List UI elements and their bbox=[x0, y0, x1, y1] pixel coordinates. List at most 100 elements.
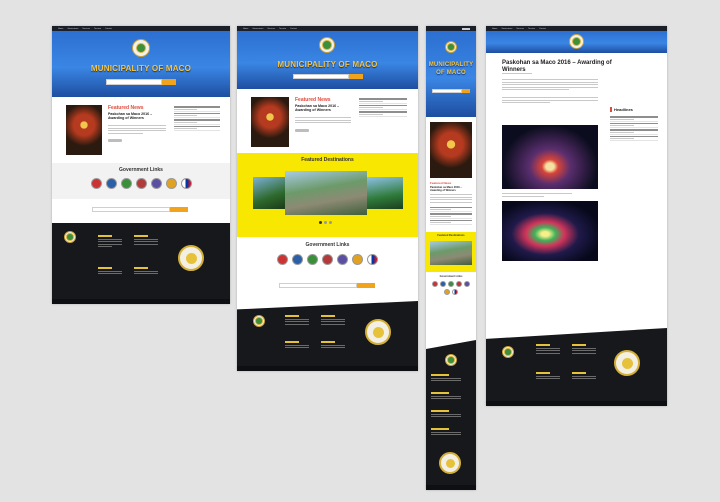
read-more-button[interactable] bbox=[108, 139, 122, 142]
agency-logo-icon[interactable] bbox=[444, 289, 450, 295]
search-input[interactable] bbox=[432, 89, 462, 93]
page-header-banner bbox=[486, 31, 667, 53]
agency-logo-icon[interactable] bbox=[456, 281, 462, 287]
hero-title: MUNICIPALITY OF MACO bbox=[428, 62, 474, 76]
nav-item-services[interactable]: Services bbox=[267, 28, 275, 30]
nav-item-government[interactable]: Government bbox=[252, 28, 263, 30]
government-links-row bbox=[52, 178, 230, 189]
nav-item-tourism[interactable]: Tourism bbox=[528, 28, 535, 30]
nav-item-services[interactable]: Services bbox=[516, 28, 524, 30]
agency-logo-icon[interactable] bbox=[448, 281, 454, 287]
featured-news-image[interactable] bbox=[66, 105, 102, 155]
article-photo-2[interactable] bbox=[502, 201, 598, 261]
featured-news-heading: Featured News bbox=[430, 181, 452, 185]
agency-logo-icon[interactable] bbox=[120, 178, 132, 189]
list-item[interactable] bbox=[174, 125, 220, 131]
search-button[interactable] bbox=[162, 79, 176, 85]
newsletter-row bbox=[237, 277, 418, 301]
agency-logo-icon[interactable] bbox=[307, 254, 318, 265]
headlines-list bbox=[610, 115, 658, 141]
agency-logo-icon[interactable] bbox=[105, 178, 117, 189]
philippine-flag-icon[interactable] bbox=[180, 178, 192, 189]
featured-news-heading: Featured News bbox=[295, 97, 331, 103]
destination-photo-main[interactable] bbox=[285, 171, 367, 215]
destination-photo-main[interactable] bbox=[430, 241, 472, 265]
list-item[interactable] bbox=[610, 135, 658, 141]
featured-article-title[interactable]: Paskohan sa Maco 2016 – Awarding of Winn… bbox=[295, 104, 351, 113]
nav-item-services[interactable]: Services bbox=[82, 28, 90, 30]
agency-logo-icon[interactable] bbox=[135, 178, 147, 189]
footer-column bbox=[321, 315, 345, 326]
read-more-button[interactable] bbox=[295, 129, 309, 132]
agency-logo-icon[interactable] bbox=[150, 178, 162, 189]
newsletter-form[interactable] bbox=[279, 283, 375, 288]
nav-item-contact[interactable]: Contact bbox=[290, 28, 297, 30]
search-input[interactable] bbox=[293, 74, 349, 79]
subscribe-button[interactable] bbox=[170, 207, 188, 212]
agency-logo-icon[interactable] bbox=[277, 254, 288, 265]
nav-item-government[interactable]: Government bbox=[67, 28, 78, 30]
featured-news-image[interactable] bbox=[430, 122, 472, 178]
search-bar[interactable] bbox=[432, 89, 470, 93]
footer-column bbox=[98, 235, 122, 249]
destination-photo-left[interactable] bbox=[253, 177, 285, 209]
newsletter-input[interactable] bbox=[92, 207, 170, 212]
agency-logo-icon[interactable] bbox=[337, 254, 348, 265]
copyright-bar bbox=[486, 401, 667, 406]
government-links-section: Government Links bbox=[426, 272, 476, 312]
featured-destinations-heading: Featured Destinations bbox=[301, 157, 354, 163]
menu-icon[interactable] bbox=[462, 27, 470, 30]
search-bar[interactable] bbox=[106, 79, 176, 85]
agency-logo-icon[interactable] bbox=[292, 254, 303, 265]
featured-destinations-section: Featured Destinations bbox=[237, 153, 418, 237]
article-excerpt bbox=[430, 194, 472, 203]
philippine-flag-icon[interactable] bbox=[452, 289, 458, 295]
newsletter-input[interactable] bbox=[279, 283, 357, 288]
article-page-mockup: Home Government Services Tourism Contact… bbox=[486, 26, 667, 406]
government-links-heading: Government Links bbox=[305, 242, 350, 248]
list-item[interactable] bbox=[359, 110, 407, 117]
nav-item-tourism[interactable]: Tourism bbox=[94, 28, 101, 30]
municipal-seal-icon bbox=[445, 41, 457, 53]
footer-emblem-icon bbox=[614, 350, 640, 376]
list-item[interactable] bbox=[430, 219, 472, 225]
article-photo-1[interactable] bbox=[502, 125, 598, 189]
destination-carousel[interactable] bbox=[253, 171, 403, 215]
featured-article-title[interactable]: Paskohan sa Maco 2016 – Awarding of Winn… bbox=[108, 112, 166, 121]
nav-item-contact[interactable]: Contact bbox=[539, 28, 546, 30]
agency-logo-icon[interactable] bbox=[322, 254, 333, 265]
agency-logo-icon[interactable] bbox=[432, 281, 438, 287]
nav-item-home[interactable]: Home bbox=[58, 28, 63, 30]
nav-item-home[interactable]: Home bbox=[243, 28, 248, 30]
footer-column bbox=[134, 235, 158, 246]
agency-logo-icon[interactable] bbox=[352, 254, 363, 265]
nav-item-tourism[interactable]: Tourism bbox=[279, 28, 286, 30]
search-input[interactable] bbox=[106, 79, 162, 85]
agency-logo-icon[interactable] bbox=[464, 281, 470, 287]
nav-item-contact[interactable]: Contact bbox=[105, 28, 112, 30]
nav-item-home[interactable]: Home bbox=[492, 28, 497, 30]
nav-item-government[interactable]: Government bbox=[501, 28, 512, 30]
search-button[interactable] bbox=[462, 89, 470, 93]
agency-logo-icon[interactable] bbox=[165, 178, 177, 189]
philippine-flag-icon[interactable] bbox=[367, 254, 378, 265]
carousel-dots[interactable] bbox=[319, 221, 332, 224]
featured-news-heading: Featured News bbox=[108, 105, 144, 111]
hero-banner: MUNICIPALITY OF MACO bbox=[426, 31, 476, 117]
desktop-home-mockup: Home Government Services Tourism Contact… bbox=[52, 26, 230, 304]
footer-column bbox=[98, 267, 122, 276]
featured-news-section: Featured News Paskohan sa Maco 2016 – Aw… bbox=[52, 97, 230, 163]
search-bar[interactable] bbox=[293, 74, 363, 79]
destination-photo-right[interactable] bbox=[367, 177, 403, 209]
newsletter-form[interactable] bbox=[92, 207, 188, 212]
subscribe-button[interactable] bbox=[357, 283, 375, 288]
featured-article-title[interactable]: Paskohan sa Maco 2016 – Awarding of Winn… bbox=[430, 186, 472, 192]
article-meta bbox=[502, 73, 532, 74]
site-footer bbox=[486, 328, 667, 406]
featured-destinations-heading: Featured Destinations bbox=[437, 234, 465, 237]
agency-logo-icon[interactable] bbox=[440, 281, 446, 287]
copyright-bar bbox=[237, 366, 418, 371]
agency-logo-icon[interactable] bbox=[90, 178, 102, 189]
featured-news-image[interactable] bbox=[251, 97, 289, 147]
search-button[interactable] bbox=[349, 74, 363, 79]
